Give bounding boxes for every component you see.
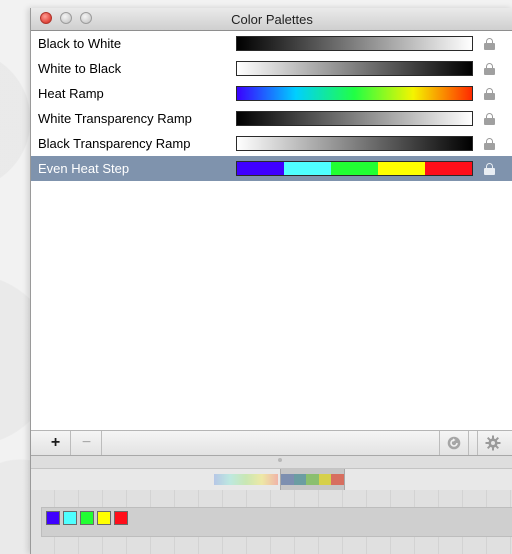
swatch-step xyxy=(284,162,331,175)
color-palettes-window: Color Palettes Black to White White to Bl… xyxy=(30,8,512,554)
refresh-icon[interactable] xyxy=(439,431,469,455)
palette-name: Black Transparency Ramp xyxy=(38,136,191,151)
palette-name: Black to White xyxy=(38,36,122,51)
split-view-handle[interactable] xyxy=(278,458,282,462)
palette-row[interactable]: Heat Ramp xyxy=(31,81,512,106)
step-thumbnail[interactable] xyxy=(280,469,345,490)
lock-icon xyxy=(484,113,495,125)
swatch-step xyxy=(237,162,284,175)
palette-name: White to Black xyxy=(38,61,122,76)
gear-icon[interactable] xyxy=(477,431,507,455)
palette-toolbar: + − xyxy=(31,431,512,456)
swatch-step xyxy=(378,162,425,175)
thumbnail-step xyxy=(306,474,319,485)
palette-preview-strip xyxy=(31,468,512,491)
color-stop[interactable] xyxy=(63,511,77,525)
palette-swatch xyxy=(236,161,473,176)
gear-icon-graphic xyxy=(485,435,500,451)
refresh-icon-graphic xyxy=(447,436,461,450)
palette-swatch xyxy=(236,61,473,76)
color-stop[interactable] xyxy=(114,511,128,525)
lock-icon xyxy=(484,38,495,50)
gradient-thumbnail-bar xyxy=(214,474,278,485)
thumbnail-step xyxy=(293,474,307,485)
color-stop-editor xyxy=(31,490,512,554)
palette-editor xyxy=(31,456,512,554)
window-title: Color Palettes xyxy=(231,12,313,27)
gradient-thumbnail[interactable] xyxy=(212,469,280,490)
palette-row[interactable]: White Transparency Ramp xyxy=(31,106,512,131)
lock-icon xyxy=(484,88,495,100)
palette-swatch xyxy=(236,136,473,151)
thumbnail-step xyxy=(318,474,332,485)
palette-list: Black to White White to Black Heat Ramp Whi… xyxy=(31,31,512,431)
color-stop[interactable] xyxy=(46,511,60,525)
swatch-step xyxy=(425,162,472,175)
palette-name: Heat Ramp xyxy=(38,86,104,101)
color-stop[interactable] xyxy=(80,511,94,525)
palette-name: Even Heat Step xyxy=(38,161,130,176)
palette-row[interactable]: Even Heat Step xyxy=(31,156,512,181)
color-stop-track[interactable] xyxy=(41,507,512,537)
thumbnail-step xyxy=(331,474,344,485)
lock-icon xyxy=(484,163,495,175)
add-palette-button[interactable]: + xyxy=(41,431,71,455)
palette-row[interactable]: Black Transparency Ramp xyxy=(31,131,512,156)
title-bar: Color Palettes xyxy=(31,8,512,31)
lock-icon xyxy=(484,63,495,75)
palette-swatch xyxy=(236,86,473,101)
color-stop[interactable] xyxy=(97,511,111,525)
palette-swatch xyxy=(236,111,473,126)
palette-row[interactable]: Black to White xyxy=(31,31,512,56)
palette-swatch xyxy=(236,36,473,51)
palette-name: White Transparency Ramp xyxy=(38,111,192,126)
remove-palette-button[interactable]: − xyxy=(72,431,102,455)
step-thumbnail-bar xyxy=(281,474,344,485)
lock-icon xyxy=(484,138,495,150)
swatch-step xyxy=(331,162,378,175)
thumbnail-step xyxy=(281,474,294,485)
palette-row[interactable]: White to Black xyxy=(31,56,512,81)
